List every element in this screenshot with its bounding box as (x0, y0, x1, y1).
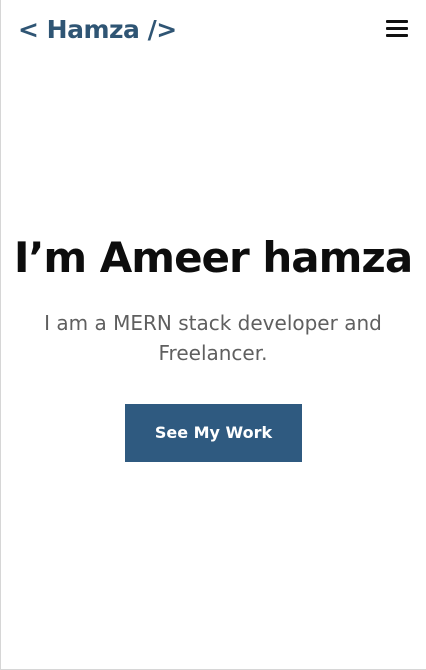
logo-link[interactable]: < Hamza /> (18, 12, 177, 48)
navbar: < Hamza /> (0, 0, 426, 62)
hamburger-menu-icon[interactable] (384, 18, 410, 40)
hero-section: I’m Ameer hamza I am a MERN stack develo… (0, 220, 426, 368)
see-my-work-button[interactable]: See My Work (125, 404, 302, 462)
menu-line-middle (386, 27, 408, 30)
hero-title: I’m Ameer hamza (13, 233, 413, 282)
menu-line-bottom (386, 34, 408, 37)
hero-subtitle: I am a MERN stack developer and Freelanc… (44, 311, 382, 365)
menu-line-top (386, 20, 408, 23)
